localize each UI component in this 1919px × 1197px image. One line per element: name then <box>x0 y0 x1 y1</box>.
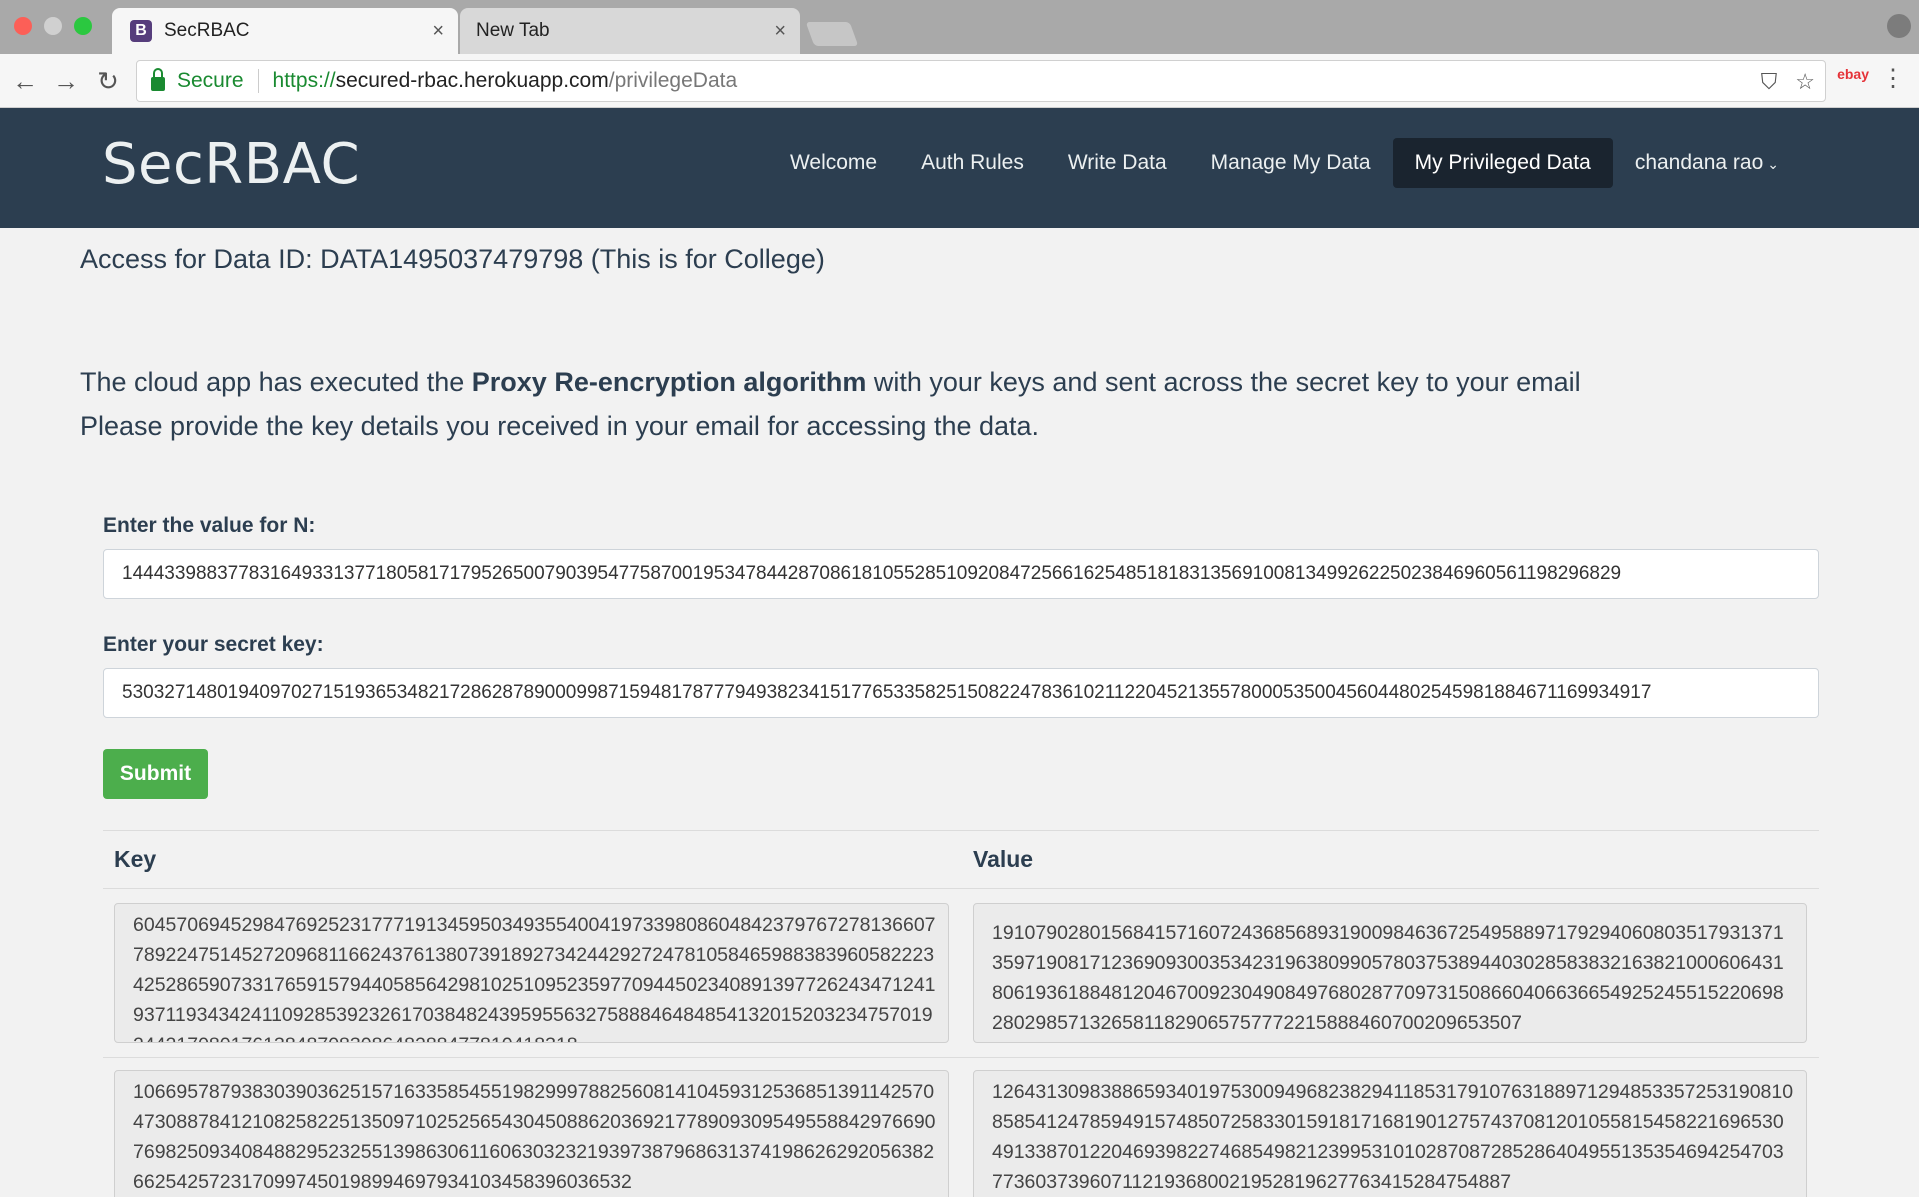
bootstrap-favicon-icon: B <box>130 20 152 42</box>
value-column-header: Value <box>973 846 1034 872</box>
tab-title: SecRBAC <box>164 20 250 41</box>
url-separator <box>257 69 259 93</box>
back-arrow-icon[interactable]: ← <box>10 66 40 96</box>
page-title: Access for Data ID: DATA1495037479798 (T… <box>80 244 825 274</box>
secret-key-label: Enter your secret key: <box>103 633 324 656</box>
url-scheme: https:// <box>272 69 336 92</box>
key-column-header: Key <box>114 846 157 872</box>
intro-text: The cloud app has executed the Proxy Re-… <box>80 360 1581 448</box>
omnibox-icons: ⛉ ☆ <box>1761 69 1815 95</box>
lock-icon <box>151 68 165 91</box>
url-bar[interactable]: Secure https:// secured-rbac.herokuapp.c… <box>136 60 1826 102</box>
algorithm-name: Proxy Re-encryption algorithm <box>471 367 867 397</box>
intro-line-2: Please provide the key details you recei… <box>80 411 1040 441</box>
n-value-input[interactable] <box>103 549 1819 599</box>
table-row-1-value: 1910790280156841571607243685689319009846… <box>992 922 1784 1034</box>
profile-icon[interactable] <box>1887 14 1911 38</box>
close-window-button[interactable] <box>14 17 32 35</box>
ebay-extension-icon[interactable]: ebay <box>1837 66 1869 82</box>
maximize-window-button[interactable] <box>74 17 92 35</box>
shield-extension-icon[interactable]: ⛉ <box>1761 69 1778 95</box>
nav-links: Welcome Auth Rules Write Data Manage My … <box>768 138 1801 188</box>
tab-new-tab[interactable]: New Tab × <box>460 8 800 54</box>
table-row-2-value: 1264313098388659340197530094968238294118… <box>992 1081 1794 1193</box>
user-menu-dropdown[interactable]: chandana rao ⌄ <box>1613 138 1801 188</box>
nav-link-auth-rules[interactable]: Auth Rules <box>899 138 1046 188</box>
address-bar-row: ← → ↻ Secure https:// secured-rbac.herok… <box>0 54 1919 108</box>
table-top-rule <box>103 830 1819 831</box>
minimize-window-button[interactable] <box>44 17 62 35</box>
browser-menu-icon[interactable]: ⋮ <box>1881 64 1905 93</box>
url-host: secured-rbac.herokuapp.com <box>335 69 609 92</box>
table-row-2-value-box[interactable]: 1264313098388659340197530094968238294118… <box>973 1070 1807 1197</box>
url-path: /privilegeData <box>608 69 738 92</box>
browser-tab-strip: B SecRBAC × New Tab × <box>0 0 1919 54</box>
nav-link-write-data[interactable]: Write Data <box>1046 138 1189 188</box>
forward-arrow-icon[interactable]: → <box>51 66 81 96</box>
nav-link-my-privileged-data[interactable]: My Privileged Data <box>1392 138 1613 188</box>
nav-link-manage-my-data[interactable]: Manage My Data <box>1189 138 1393 188</box>
table-row-1-value-box[interactable]: 1910790280156841571607243685689319009846… <box>973 903 1807 1043</box>
brand-logo[interactable]: SecRBAC <box>102 132 360 197</box>
secure-label: Secure <box>177 69 244 92</box>
close-tab-icon[interactable]: × <box>432 20 444 43</box>
bookmark-star-icon[interactable]: ☆ <box>1795 69 1815 95</box>
table-header-rule <box>103 888 1819 889</box>
tab-title: New Tab <box>476 20 550 41</box>
submit-button[interactable]: Submit <box>103 749 208 799</box>
tab-secrbac[interactable]: B SecRBAC × <box>112 8 458 54</box>
table-row-1-key: 6045706945298476925231777191345950349355… <box>133 914 936 1042</box>
reload-icon[interactable]: ↻ <box>93 66 123 96</box>
table-row-rule <box>103 1057 1819 1058</box>
n-value-label: Enter the value for N: <box>103 514 316 537</box>
table-row-2-key-box[interactable]: 1066957879383039036251571633585455198299… <box>114 1070 949 1197</box>
site-navbar: SecRBAC Welcome Auth Rules Write Data Ma… <box>0 108 1919 228</box>
intro-line-1: The cloud app has executed the Proxy Re-… <box>80 360 1581 404</box>
intro-post: with your keys and sent across the secre… <box>866 367 1581 397</box>
close-tab-icon[interactable]: × <box>774 20 786 43</box>
intro-pre: The cloud app has executed the <box>80 367 472 397</box>
new-tab-button[interactable] <box>805 22 859 46</box>
table-row-1-key-box[interactable]: 6045706945298476925231777191345950349355… <box>114 903 949 1043</box>
chevron-down-icon: ⌄ <box>1767 156 1779 172</box>
secret-key-input[interactable] <box>103 668 1819 718</box>
user-name: chandana rao <box>1634 151 1764 174</box>
nav-link-welcome[interactable]: Welcome <box>768 138 899 188</box>
table-row-2-key: 1066957879383039036251571633585455198299… <box>133 1081 936 1193</box>
